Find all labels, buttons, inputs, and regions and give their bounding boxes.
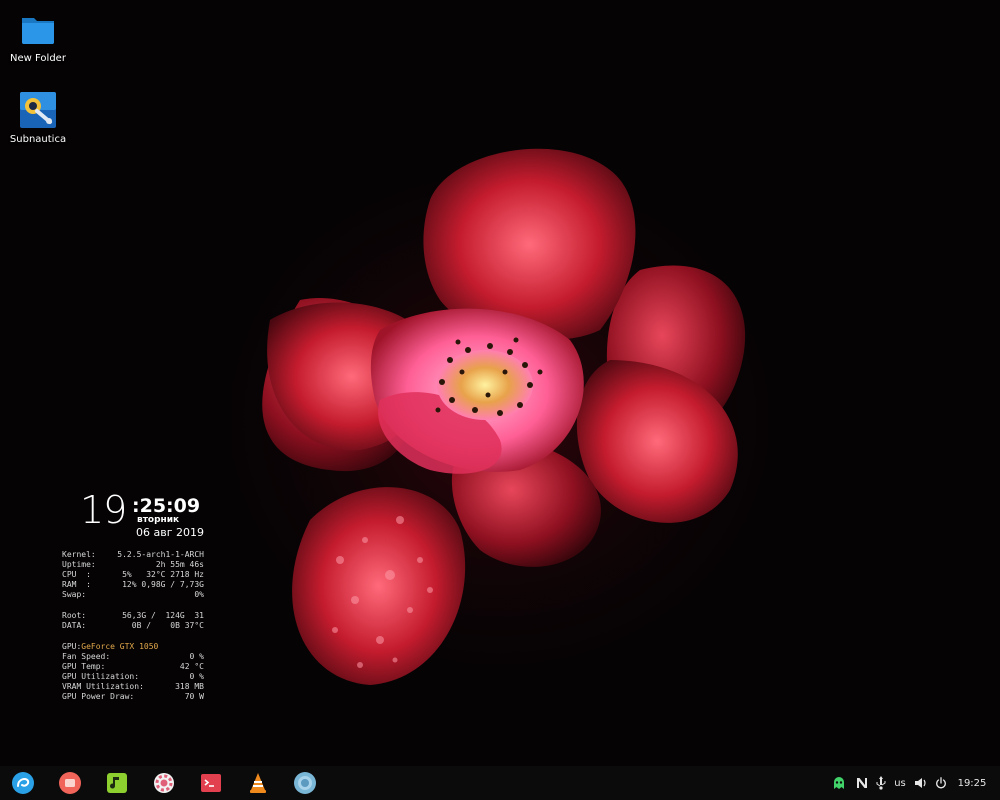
terminal-icon xyxy=(201,774,221,792)
music-player-icon xyxy=(107,773,127,793)
gpu-stats: GPU:GeForce GTX 1050 Fan Speed: 0 % GPU T… xyxy=(62,642,204,703)
stat-key: DATA: xyxy=(62,621,87,631)
tray-nvidia[interactable] xyxy=(853,766,871,800)
stat-row-data: DATA: 0B / 0B 37°C xyxy=(62,621,204,631)
stat-row-kernel: Kernel: 5.2.5-arch1-1-ARCH xyxy=(62,550,204,560)
stat-row-root: Root: 56,3G / 124G 31 xyxy=(62,611,204,621)
stat-value: 0 % xyxy=(189,652,204,662)
settings-button[interactable] xyxy=(152,771,176,795)
launcher-button[interactable] xyxy=(11,771,35,795)
stat-key: GPU Utilization: xyxy=(62,672,140,682)
stat-value: 70 W xyxy=(184,692,204,702)
stat-key: CPU : xyxy=(62,570,91,580)
stat-row-uptime: Uptime: 2h 55m 46s xyxy=(62,560,204,570)
system-stats: Kernel: 5.2.5-arch1-1-ARCH Uptime: 2h 55m … xyxy=(62,550,204,600)
stat-row-gpu-utilization: GPU Utilization: 0 % xyxy=(62,672,204,682)
multitasking-view-icon xyxy=(59,772,81,794)
desktop-icon-label: Subnautica xyxy=(9,134,67,145)
tray-clock[interactable]: 19:25 xyxy=(954,766,990,800)
stat-value: 318 MB xyxy=(175,682,204,692)
subnautica-game-icon xyxy=(19,91,57,129)
stat-key: Uptime: xyxy=(62,560,96,570)
stat-value: 2h 55m 46s xyxy=(155,560,204,570)
stat-row-gpu-temp: GPU Temp: 42 °C xyxy=(62,662,204,672)
stat-key: RAM : xyxy=(62,580,91,590)
disk-stats: Root: 56,3G / 124G 31 DATA: 0B / 0B 37°C xyxy=(62,611,204,631)
music-player-button[interactable] xyxy=(105,771,129,795)
stat-value: 0 % xyxy=(189,672,204,682)
power-icon xyxy=(936,777,946,789)
stat-row-cpu: CPU : 5% 32°C 2718 Hz xyxy=(62,570,204,580)
stat-key: Swap: xyxy=(62,590,87,600)
vlc-button[interactable] xyxy=(246,771,270,795)
settings-icon xyxy=(154,773,174,793)
usb-icon xyxy=(876,776,886,790)
tray-volume[interactable] xyxy=(912,766,930,800)
clock-hour: 19 xyxy=(80,488,127,532)
keyboard-layout-indicator[interactable]: us xyxy=(891,766,909,800)
volume-icon xyxy=(915,778,926,788)
tray-usb[interactable] xyxy=(873,766,889,800)
stat-row-gpu-power-draw: GPU Power Draw: 70 W xyxy=(62,692,204,702)
stat-value: 0% xyxy=(194,590,204,600)
stat-value: 5.2.5-arch1-1-ARCH xyxy=(117,550,204,559)
clock-day-of-week: вторник xyxy=(137,515,180,525)
stat-row-ram: RAM : 12% 0,98G / 7,73G xyxy=(62,580,204,590)
stat-key: VRAM Utilization: xyxy=(62,682,144,692)
stat-value: 0B / 0B 37°C xyxy=(131,621,204,631)
clock-date: 06 авг 2019 xyxy=(136,526,204,539)
stat-value: 5% 32°C 2718 Hz xyxy=(122,570,204,580)
taskbar: us 19:25 xyxy=(0,766,1000,800)
multitasking-view-button[interactable] xyxy=(58,771,82,795)
stat-key: GPU Temp: xyxy=(62,662,106,672)
stat-value: 12% 0,98G / 7,73G xyxy=(122,580,204,590)
desktop-icon-new-folder[interactable]: New Folder xyxy=(0,10,76,64)
desktop-icon-label: New Folder xyxy=(10,53,66,64)
browser-icon xyxy=(294,772,316,794)
stat-row-swap: Swap: 0% xyxy=(62,590,204,600)
stat-key: Root: xyxy=(62,611,87,620)
gpu-name: GeForce GTX 1050 xyxy=(81,642,159,651)
stat-row-vram-utilization: VRAM Utilization: 318 MB xyxy=(62,682,204,692)
terminal-button[interactable] xyxy=(199,771,223,795)
stat-value: 42 °C xyxy=(179,662,204,672)
browser-button[interactable] xyxy=(293,771,317,795)
clock-minutes-seconds: :25:09 xyxy=(132,495,201,517)
vlc-icon xyxy=(250,773,266,793)
stat-key: GPU: xyxy=(62,642,82,651)
folder-icon xyxy=(19,10,57,48)
stat-key: GPU Power Draw: xyxy=(62,692,135,702)
nvidia-icon xyxy=(857,778,867,788)
green-app-indicator-icon xyxy=(834,777,844,789)
stat-value: 56,3G / 124G 31 xyxy=(122,611,204,620)
stat-row-fan-speed: Fan Speed: 0 % xyxy=(62,652,204,662)
desktop-icon-subnautica[interactable]: Subnautica xyxy=(0,91,76,145)
stat-key: Fan Speed: xyxy=(62,652,111,662)
stat-row-gpu-name: GPU:GeForce GTX 1050 xyxy=(62,642,204,652)
launcher-icon xyxy=(12,772,34,794)
tray-power[interactable] xyxy=(932,766,950,800)
stat-key: Kernel: xyxy=(62,550,96,559)
tray-app-indicator[interactable] xyxy=(830,766,848,800)
